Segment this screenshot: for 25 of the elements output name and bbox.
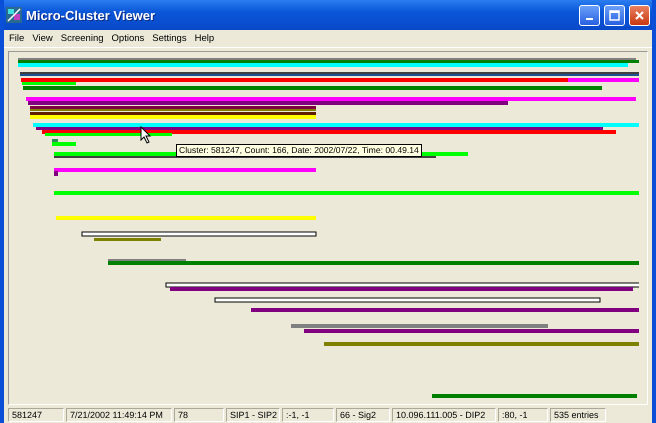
- status-panel: SIP1 - SIP2: [226, 408, 280, 422]
- menu-item[interactable]: View: [28, 33, 57, 44]
- maximize-button[interactable]: [604, 4, 625, 26]
- minimize-icon: [586, 18, 593, 20]
- status-panel: 10.096.111.005 - DIP2: [392, 408, 496, 422]
- status-panel: 7/21/2002 11:49:14 PM: [66, 408, 172, 422]
- menu-item[interactable]: Help: [190, 33, 218, 44]
- status-panel: 78: [174, 408, 224, 422]
- menu-item[interactable]: Screening: [56, 33, 108, 44]
- close-button[interactable]: [629, 4, 650, 26]
- tooltip: Cluster: 581247, Count: 166, Date: 2002/07/22, Time: 00.49.14: [176, 144, 422, 157]
- window-title: Micro-Cluster Viewer: [26, 8, 156, 22]
- close-icon: [634, 10, 645, 20]
- status-panel: :-1, -1: [282, 408, 334, 422]
- status-panel: 535 entries: [550, 408, 606, 422]
- menu-item[interactable]: Options: [108, 33, 148, 44]
- app-icon: [6, 7, 22, 23]
- status-panel: :80, -1: [498, 408, 548, 422]
- status-panel: 581247: [8, 408, 64, 422]
- status-panel: 66 - Sig2: [336, 408, 390, 422]
- menu-item[interactable]: File: [5, 33, 28, 44]
- mouse-cursor-icon: [140, 126, 152, 144]
- menu-item[interactable]: Settings: [148, 33, 191, 44]
- maximize-icon: [609, 10, 620, 20]
- minimize-button[interactable]: [579, 4, 600, 26]
